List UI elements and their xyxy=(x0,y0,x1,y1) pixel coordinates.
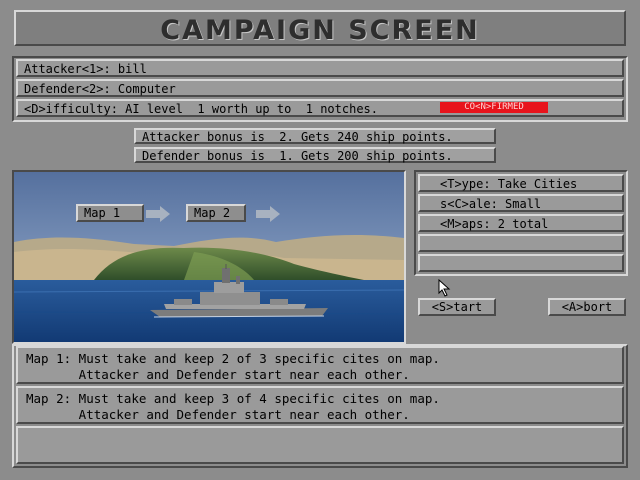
map1-label: Map 1 xyxy=(76,204,144,222)
map2-description: Map 2: Must take and keep 3 of 4 specifi… xyxy=(16,386,624,424)
defender-bonus: Defender bonus is 1. Gets 200 ship point… xyxy=(134,147,496,163)
page-title: CAMPAIGN SCREEN xyxy=(160,15,480,46)
map3-description xyxy=(16,426,624,464)
attacker-bonus: Attacker bonus is 2. Gets 240 ship point… xyxy=(134,128,496,144)
map1-description: Map 1: Must take and keep 2 of 3 specifi… xyxy=(16,346,624,384)
attacker-field[interactable]: Attacker<1>: bill xyxy=(16,59,624,77)
type-label: <T>ype: Take Cities xyxy=(440,177,578,191)
attacker-label: Attacker<1>: bill xyxy=(24,62,147,76)
maps-label: <M>aps: 2 total xyxy=(440,217,549,231)
maps-option[interactable]: <M>aps: 2 total xyxy=(418,214,624,232)
scale-option[interactable]: s<C>ale: Small xyxy=(418,194,624,212)
defender-field[interactable]: Defender<2>: Computer xyxy=(16,79,624,97)
arrow-right-icon xyxy=(254,205,284,227)
confirmed-button[interactable]: CO<N>FIRMED xyxy=(440,102,548,113)
abort-button[interactable]: <A>bort xyxy=(548,298,626,316)
map2-label: Map 2 xyxy=(186,204,246,222)
type-option[interactable]: <T>ype: Take Cities xyxy=(418,174,624,192)
arrow-right-icon xyxy=(144,205,174,227)
difficulty-label: <D>ifficulty: AI level 1 worth up to 1 n… xyxy=(24,102,379,116)
title-bar: CAMPAIGN SCREEN xyxy=(14,10,626,46)
battleship-scene-image xyxy=(14,172,404,342)
start-button[interactable]: <S>tart xyxy=(418,298,496,316)
defender-label: Defender<2>: Computer xyxy=(24,82,176,96)
empty-option-2 xyxy=(418,254,624,272)
mouse-cursor-icon xyxy=(438,278,452,301)
scale-label: s<C>ale: Small xyxy=(440,197,542,211)
map-preview: Map 1 Map 2 xyxy=(12,170,406,344)
empty-option-1 xyxy=(418,234,624,252)
